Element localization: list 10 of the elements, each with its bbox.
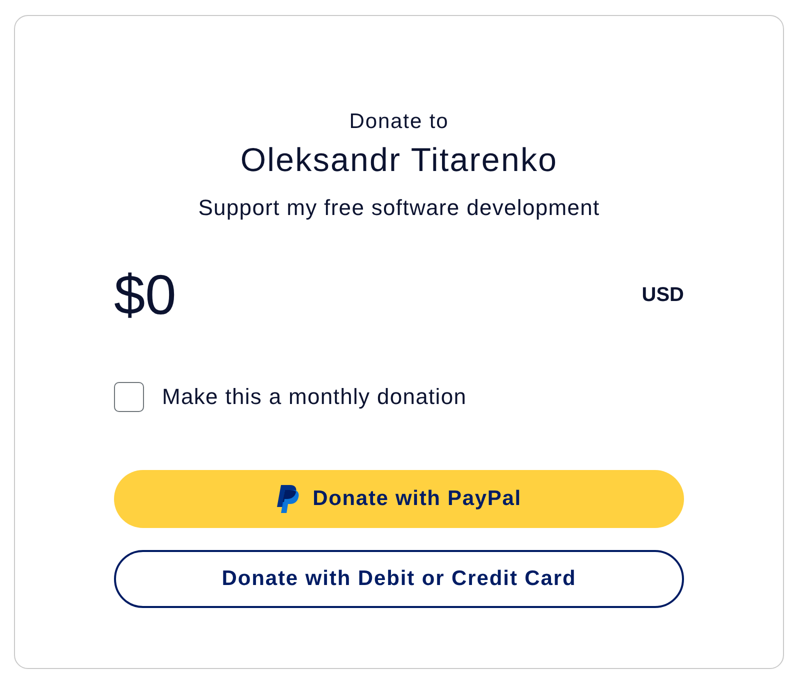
- paypal-logo-icon: [276, 485, 299, 513]
- intro-text: Donate to: [349, 110, 449, 134]
- amount-field[interactable]: $0: [114, 263, 176, 327]
- recipient-name: Oleksandr Titarenko: [240, 142, 558, 178]
- paypal-donate-button[interactable]: Donate with PayPal: [114, 470, 684, 528]
- currency-label: USD: [642, 283, 684, 307]
- purpose-text: Support my free software development: [198, 196, 600, 220]
- checkbox[interactable]: [114, 382, 144, 412]
- monthly-label: Make this a monthly donation: [162, 384, 467, 410]
- card-donate-button[interactable]: Donate with Debit or Credit Card: [114, 550, 684, 608]
